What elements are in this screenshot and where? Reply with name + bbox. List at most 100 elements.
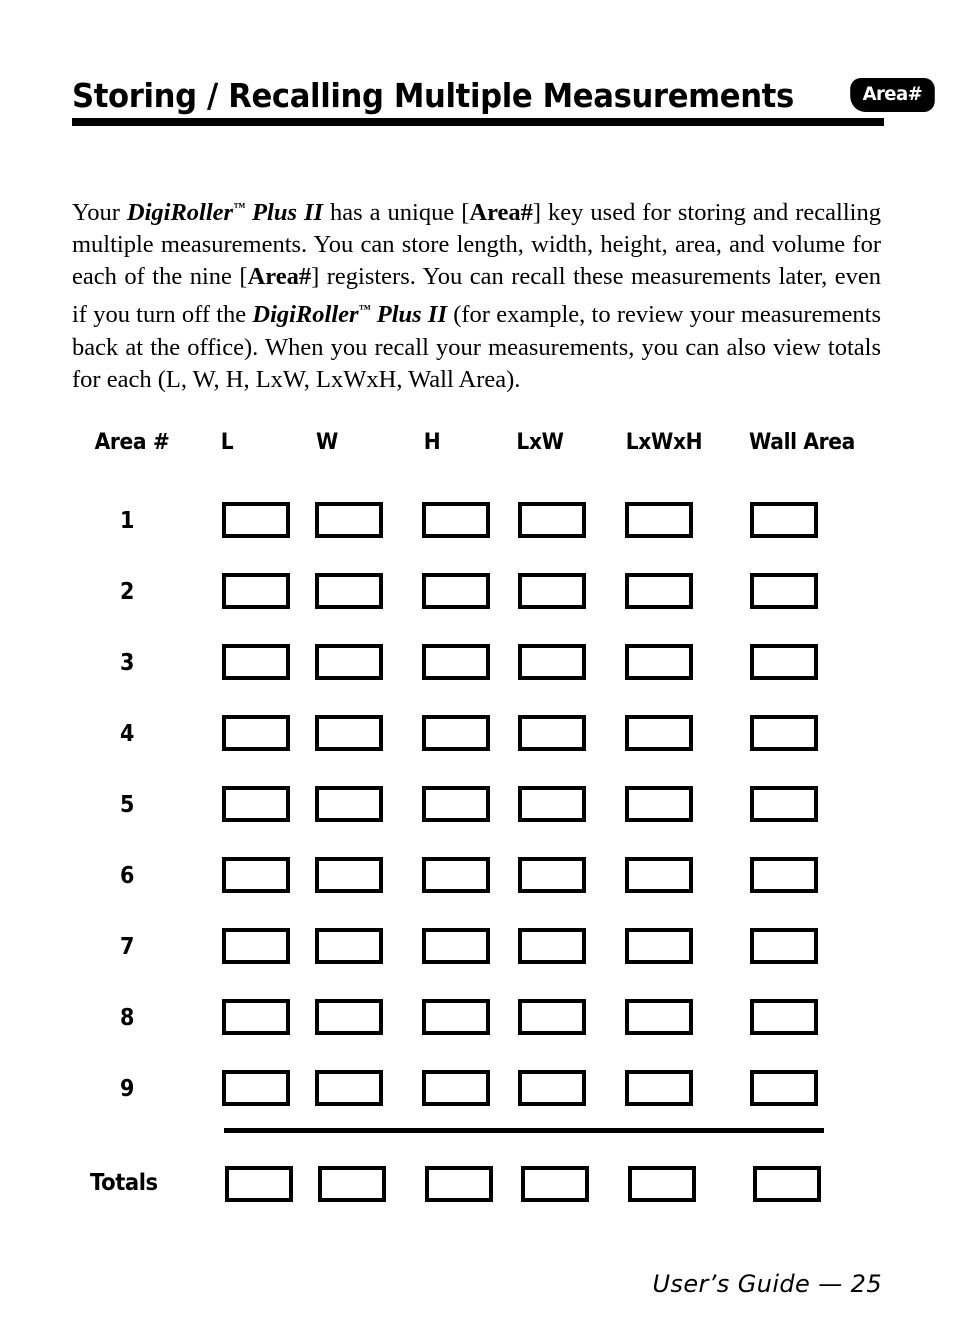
header-row: Storing / Recalling Multiple Measurement…	[72, 62, 935, 115]
entry-box-row8-col1[interactable]	[222, 999, 290, 1035]
entry-box-row7-col6[interactable]	[750, 928, 818, 964]
trademark-symbol-2: ™	[358, 302, 371, 317]
entry-box-row3-col5[interactable]	[625, 644, 693, 680]
area-key-mention-2: Area#	[247, 263, 312, 291]
table-row: 1	[72, 490, 884, 561]
entry-box-row9-col1[interactable]	[222, 1070, 290, 1106]
title-underline-rule	[72, 118, 884, 126]
column-header-lxwxh: LxWxH	[625, 430, 703, 455]
entry-box-row3-col4[interactable]	[518, 644, 586, 680]
entry-box-row1-col6[interactable]	[750, 502, 818, 538]
column-header-wall-area: Wall Area	[749, 430, 855, 455]
column-header-w: W	[316, 430, 338, 455]
totals-entry-box-col4[interactable]	[521, 1166, 589, 1202]
entry-box-row4-col6[interactable]	[750, 715, 818, 751]
entry-box-row9-col4[interactable]	[518, 1070, 586, 1106]
entry-box-row3-col6[interactable]	[750, 644, 818, 680]
table-header-row: Area # L W H LxW LxWxH Wall Area	[72, 430, 884, 466]
entry-box-row9-col5[interactable]	[625, 1070, 693, 1106]
intro-text-1: Your	[72, 198, 127, 226]
entry-box-row8-col3[interactable]	[422, 999, 490, 1035]
product-name-1: DigiRoller	[126, 198, 234, 226]
entry-box-row4-col1[interactable]	[222, 715, 290, 751]
page-title: Storing / Recalling Multiple Measurement…	[72, 76, 794, 115]
entry-box-row4-col4[interactable]	[518, 715, 586, 751]
entry-box-row5-col6[interactable]	[750, 786, 818, 822]
entry-box-row2-col6[interactable]	[750, 573, 818, 609]
entry-box-row8-col5[interactable]	[625, 999, 693, 1035]
entry-box-row3-col3[interactable]	[422, 644, 490, 680]
entry-box-row1-col3[interactable]	[422, 502, 490, 538]
table-row: 4	[72, 703, 884, 774]
row-number-label: 9	[120, 1076, 134, 1102]
entry-box-row5-col4[interactable]	[518, 786, 586, 822]
entry-box-row2-col4[interactable]	[518, 573, 586, 609]
row-number-label: 5	[120, 792, 134, 818]
product-model-1: Plus II	[245, 198, 324, 226]
entry-box-row3-col1[interactable]	[222, 644, 290, 680]
totals-entry-box-col1[interactable]	[225, 1166, 293, 1202]
entry-box-row4-col5[interactable]	[625, 715, 693, 751]
entry-box-row1-col4[interactable]	[518, 502, 586, 538]
row-number-label: 6	[120, 863, 134, 889]
entry-box-row5-col5[interactable]	[625, 786, 693, 822]
entry-box-row1-col2[interactable]	[315, 502, 383, 538]
intro-paragraph: Your DigiRoller™ Plus II has a unique [A…	[72, 191, 881, 397]
totals-label: Totals	[90, 1170, 158, 1196]
totals-entry-box-col2[interactable]	[318, 1166, 386, 1202]
entry-box-row7-col1[interactable]	[222, 928, 290, 964]
area-key-badge: Area#	[850, 78, 935, 112]
table-row: 7	[72, 916, 884, 987]
entry-box-row2-col1[interactable]	[222, 573, 290, 609]
totals-entry-box-col5[interactable]	[628, 1166, 696, 1202]
entry-box-row7-col3[interactable]	[422, 928, 490, 964]
entry-box-row6-col2[interactable]	[315, 857, 383, 893]
page-footer: User’s Guide — 25	[652, 1270, 882, 1298]
entry-box-row6-col6[interactable]	[750, 857, 818, 893]
column-header-h: H	[423, 430, 441, 455]
entry-box-row9-col6[interactable]	[750, 1070, 818, 1106]
column-header-area: Area #	[94, 430, 170, 455]
totals-divider-rule	[224, 1128, 824, 1133]
entry-box-row9-col3[interactable]	[422, 1070, 490, 1106]
table-row: 2	[72, 561, 884, 632]
entry-box-row7-col5[interactable]	[625, 928, 693, 964]
entry-box-row2-col5[interactable]	[625, 573, 693, 609]
row-number-label: 1	[120, 508, 134, 534]
entry-box-row5-col3[interactable]	[422, 786, 490, 822]
entry-box-row7-col4[interactable]	[518, 928, 586, 964]
row-number-label: 8	[120, 1005, 134, 1031]
entry-box-row6-col3[interactable]	[422, 857, 490, 893]
entry-box-row8-col4[interactable]	[518, 999, 586, 1035]
entry-box-row3-col2[interactable]	[315, 644, 383, 680]
area-key-mention-1: Area#	[469, 198, 533, 226]
entry-box-row8-col6[interactable]	[750, 999, 818, 1035]
entry-box-row5-col1[interactable]	[222, 786, 290, 822]
row-number-label: 2	[120, 579, 134, 605]
entry-box-row4-col2[interactable]	[315, 715, 383, 751]
entry-box-row1-col5[interactable]	[625, 502, 693, 538]
entry-box-row6-col1[interactable]	[222, 857, 290, 893]
product-model-2: Plus II	[370, 301, 448, 329]
table-row: 5	[72, 774, 884, 845]
table-row: 6	[72, 845, 884, 916]
entry-box-row7-col2[interactable]	[315, 928, 383, 964]
entry-box-row1-col1[interactable]	[222, 502, 290, 538]
row-number-label: 4	[120, 721, 134, 747]
entry-box-row2-col3[interactable]	[422, 573, 490, 609]
table-row: 9	[72, 1058, 884, 1129]
entry-box-row2-col2[interactable]	[315, 573, 383, 609]
column-header-l: L	[220, 430, 234, 455]
document-page: Storing / Recalling Multiple Measurement…	[0, 0, 954, 1336]
row-number-label: 7	[120, 934, 134, 960]
entry-box-row6-col5[interactable]	[625, 857, 693, 893]
entry-box-row4-col3[interactable]	[422, 715, 490, 751]
entry-box-row5-col2[interactable]	[315, 786, 383, 822]
entry-box-row9-col2[interactable]	[315, 1070, 383, 1106]
measurements-worksheet-table: Area # L W H LxW LxWxH Wall Area 1 2 3 4 5 6 7 8 9 Tot…	[72, 430, 884, 1202]
entry-box-row8-col2[interactable]	[315, 999, 383, 1035]
entry-box-row6-col4[interactable]	[518, 857, 586, 893]
totals-entry-box-col3[interactable]	[425, 1166, 493, 1202]
intro-text-2: has a unique [	[323, 198, 470, 226]
totals-entry-box-col6[interactable]	[753, 1166, 821, 1202]
